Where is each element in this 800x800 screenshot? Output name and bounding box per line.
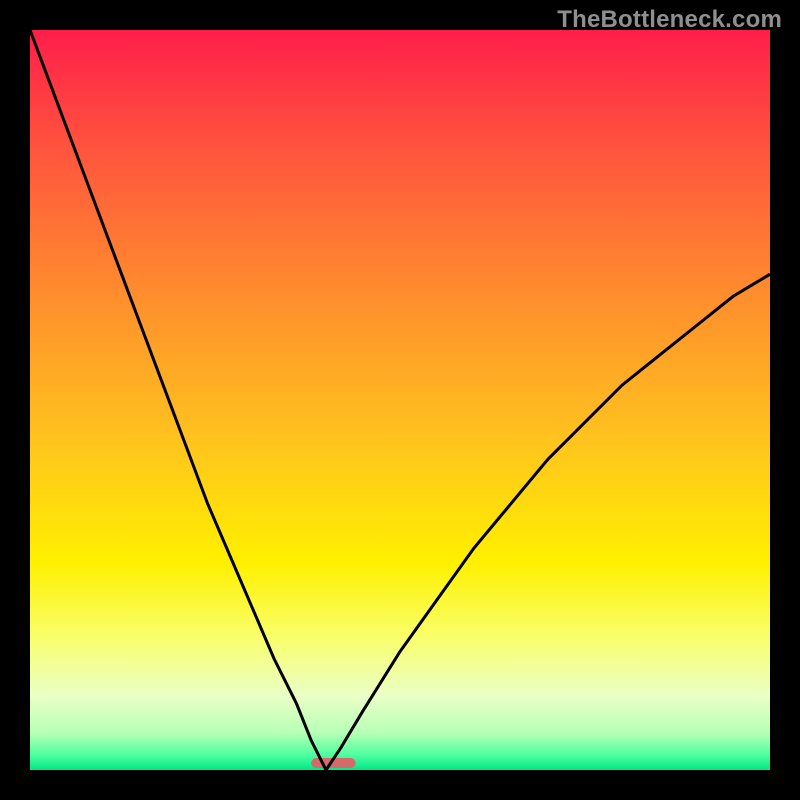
outer-frame: TheBottleneck.com — [0, 0, 800, 800]
plot-area — [30, 30, 770, 770]
gradient-background — [30, 30, 770, 770]
chart-svg — [30, 30, 770, 770]
watermark-text: TheBottleneck.com — [557, 6, 782, 34]
